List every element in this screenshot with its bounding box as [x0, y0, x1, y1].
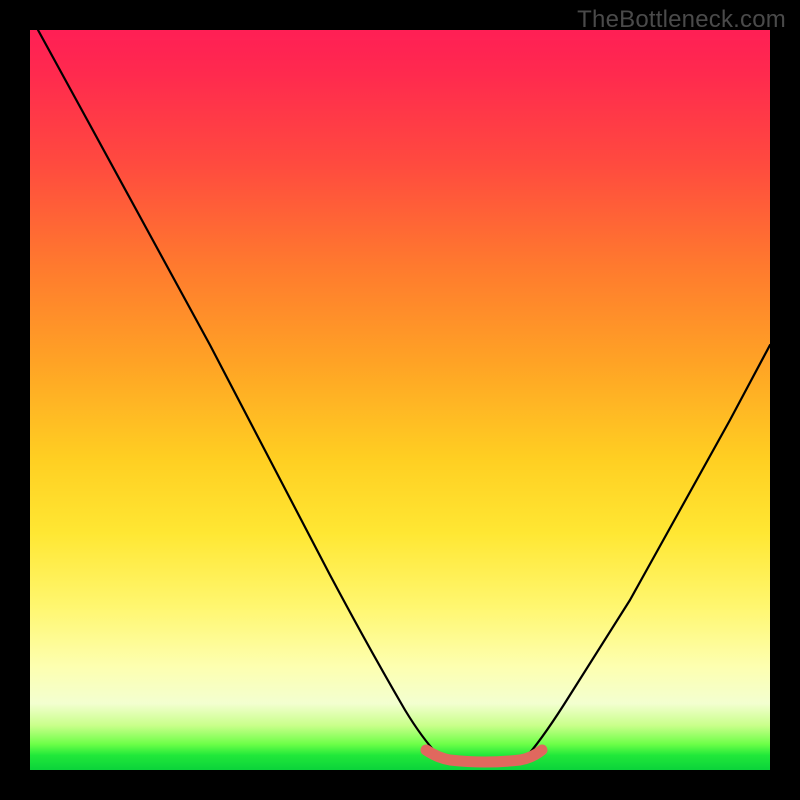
- main-curve: [38, 30, 770, 762]
- valley-highlight: [426, 750, 542, 762]
- plot-area: [30, 30, 770, 770]
- chart-stage: TheBottleneck.com: [0, 0, 800, 800]
- curve-layer: [30, 30, 770, 770]
- watermark-text: TheBottleneck.com: [577, 6, 786, 34]
